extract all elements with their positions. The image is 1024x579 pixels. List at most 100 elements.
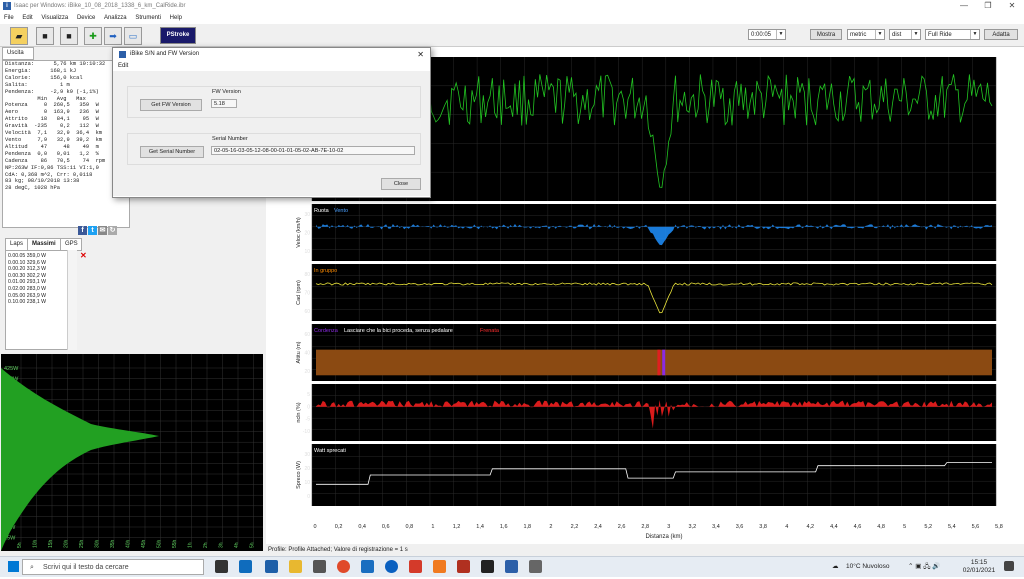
chrome-icon[interactable] [337, 560, 350, 573]
menu-strumenti[interactable]: Strumenti [135, 15, 161, 21]
mostra-button[interactable]: Mostra [810, 29, 842, 40]
massimi-item[interactable]: 0.05.00 263,9 W [8, 293, 76, 300]
close-button[interactable]: ✕ [1000, 0, 1024, 12]
dialog-close-icon[interactable]: ✕ [417, 48, 424, 61]
clock[interactable]: 15:15 02/01/2021 [962, 559, 996, 579]
chart-ytick: 30 [304, 452, 310, 458]
chart-xtick: 2,6 [618, 524, 626, 530]
chart-ylabel: Veloc (km/h) [296, 217, 302, 248]
edge-legacy-icon[interactable] [265, 560, 278, 573]
store-icon[interactable] [313, 560, 326, 573]
stats-line: Min Avg Max [5, 95, 86, 102]
download-icon[interactable]: ➡ [104, 27, 122, 45]
usb-device-icon[interactable]: ✚ [84, 27, 102, 45]
teamviewer-icon[interactable] [385, 560, 398, 573]
hist-x-label: 20h [64, 539, 70, 548]
weather-text[interactable]: 10°C Nuvoloso [846, 557, 889, 577]
menu-visualizza[interactable]: Visualizza [41, 15, 68, 21]
edge-icon[interactable] [239, 560, 252, 573]
app-icon [119, 51, 126, 58]
chart-xtick: 0,4 [358, 524, 366, 530]
menu-file[interactable]: File [4, 15, 14, 21]
chart-ytick: 80 [304, 272, 310, 278]
save-icon[interactable]: ■ [36, 27, 54, 45]
chart-xtick: 4,8 [877, 524, 885, 530]
hist-x-label: 55h [172, 539, 178, 548]
range-select[interactable]: Full Ride ▼ [925, 29, 980, 40]
notifications-icon[interactable] [1004, 561, 1014, 571]
email-icon[interactable]: ✉ [98, 226, 107, 235]
app-icon-darkred[interactable] [457, 560, 470, 573]
vlc-icon[interactable] [433, 560, 446, 573]
massimi-item[interactable]: 0.00.05 359,0 W [8, 253, 76, 260]
weather-icon[interactable]: ☁ [832, 557, 839, 577]
menu-help[interactable]: Help [170, 15, 182, 21]
time-select-value: 0:00:05 [751, 32, 772, 38]
pstroke-button[interactable]: PStroke [160, 27, 196, 44]
massimi-item[interactable]: 0.02.00 283,0 W [8, 286, 76, 293]
taskbar-search-input[interactable]: ⌕ Scrivi qui il testo da cercare [22, 559, 204, 575]
massimi-item[interactable]: 0.10.00 238,1 W [8, 299, 76, 306]
units-select[interactable]: metric ▼ [847, 29, 885, 40]
massimi-scrollbar[interactable] [67, 250, 77, 350]
isaac-app-icon[interactable] [505, 560, 518, 573]
panel-title-mid: Lasciare che la bici proceda, senza peda… [344, 328, 453, 334]
window-title: Isaac per Windows: iBike_10_08_2018_1338… [14, 3, 186, 9]
chart-xtick: 1,2 [453, 524, 461, 530]
hist-x-label: 45h [141, 539, 147, 548]
time-select[interactable]: 0:00:05 ▼ [748, 29, 786, 40]
task-view-icon[interactable] [215, 560, 228, 573]
fw-field[interactable]: 5.18 [211, 99, 237, 108]
chart-xtick: 5,6 [972, 524, 980, 530]
massimi-item[interactable]: 0.00.30 302,2 W [8, 273, 76, 280]
app-icon-gray[interactable] [529, 560, 542, 573]
massimi-item[interactable]: 0.00.20 312,3 W [8, 266, 76, 273]
chart-panel-bg [312, 264, 996, 321]
sn-label: Serial Number [212, 136, 248, 142]
share-icon[interactable]: ↻ [108, 226, 117, 235]
stats-line: CdA: 0,368 m^2, Crr: 0,0118 [5, 171, 93, 178]
windows-start-icon[interactable] [8, 561, 19, 572]
taskbar: ⌕ Scrivi qui il testo da cercare ☁ 10°C … [0, 556, 1024, 577]
hist-x-label: 10h [33, 539, 39, 548]
dialog-close-button[interactable]: Close [381, 178, 421, 190]
get-sn-button[interactable]: Get Serial Number [140, 146, 204, 158]
chart-ytick: 60 [304, 309, 310, 315]
computer-icon[interactable]: ▭ [124, 27, 142, 45]
get-fw-button[interactable]: Get FW Version [140, 99, 202, 111]
chart-xtick: 5,8 [995, 524, 1003, 530]
file-explorer-icon[interactable] [289, 560, 302, 573]
hist-x-label: 40h [126, 539, 132, 548]
chevron-down-icon: ▼ [970, 30, 979, 39]
app-icon-blue[interactable] [361, 560, 374, 573]
adatta-button[interactable]: Adatta [984, 29, 1018, 40]
menu-analizza[interactable]: Analizza [104, 15, 127, 21]
sn-field[interactable]: 02-05-16-03-05-12-08-00-01-01-05-02-AB-7… [211, 146, 415, 155]
chart-ytick: 60 [304, 332, 310, 338]
dialog-title: iBike S/N and FW Version [130, 51, 200, 57]
save-as-icon[interactable]: ■ [60, 27, 78, 45]
axis-select[interactable]: dist ▼ [889, 29, 921, 40]
chart-ytick: 20 [304, 466, 310, 472]
open-folder-icon[interactable]: ▰ [10, 27, 28, 45]
chart-xtick: 1 [431, 524, 434, 530]
menu-device[interactable]: Device [77, 15, 95, 21]
twitter-icon[interactable]: t [88, 226, 97, 235]
close-icon[interactable]: ✕ [80, 252, 87, 260]
dialog-menu-edit[interactable]: Edit [118, 63, 128, 69]
chevron-down-icon: ▼ [875, 30, 884, 39]
tab-uscita[interactable]: Uscita [2, 47, 34, 60]
maximize-button[interactable]: ❐ [976, 0, 1000, 12]
menu-edit[interactable]: Edit [22, 15, 32, 21]
app-icon-red[interactable] [409, 560, 422, 573]
tray-icons[interactable]: ⌃ ▣ 🖧 🔊 [908, 557, 940, 577]
massimi-item[interactable]: 0.01.00 293,1 W [8, 279, 76, 286]
minimize-button[interactable]: — [952, 0, 976, 12]
panel-title-2: Vento [334, 208, 348, 214]
massimi-item[interactable]: 0.00.10 329,6 W [8, 260, 76, 267]
range-select-value: Full Ride [928, 32, 952, 38]
facebook-icon[interactable]: f [78, 226, 87, 235]
app-icon-dark[interactable] [481, 560, 494, 573]
chart-ytick: 40 [304, 351, 310, 357]
share-icons: f t ✉ ↻ [78, 226, 118, 235]
